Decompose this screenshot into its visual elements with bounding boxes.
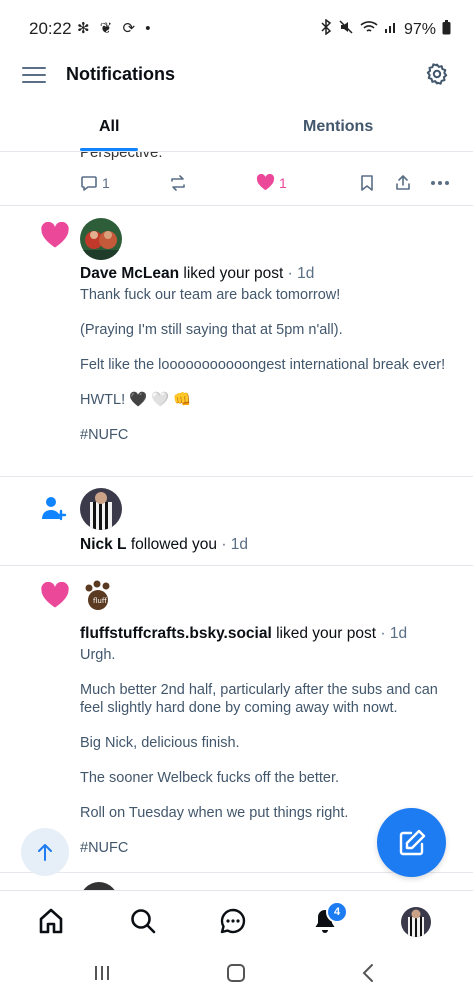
partial-post-text: Perspective. [80, 152, 163, 161]
status-bar: 20:22 ✻ ❦ ⟳ • 97% [0, 0, 473, 58]
notification-header: Nick L followed you · 1d [80, 536, 249, 553]
notification-action: liked your post [276, 625, 377, 642]
bookmark-icon [361, 175, 373, 191]
avatar[interactable] [80, 488, 122, 530]
menu-button[interactable] [22, 64, 46, 86]
avatar[interactable] [80, 218, 122, 260]
compose-pencil-icon [399, 829, 425, 855]
person-add-icon [40, 494, 68, 527]
divider [0, 476, 473, 477]
svg-text:fluff: fluff [93, 597, 107, 605]
repost-icon [171, 175, 185, 191]
signal-icon [384, 20, 398, 39]
share-icon [396, 175, 410, 190]
notification-action: liked your post [183, 265, 284, 282]
notification-header: Dave McLean liked your post · 1d [80, 265, 315, 282]
tab-mentions[interactable]: Mentions [303, 118, 373, 136]
status-notification-icons: ✻ ❦ ⟳ • [77, 20, 154, 37]
bookmark-button[interactable] [359, 174, 375, 192]
home-square-icon [227, 964, 245, 982]
post-line: (Praying I'm still saying that at 5pm n'… [80, 322, 343, 338]
notification-age: 1d [230, 536, 249, 553]
nav-search[interactable] [129, 907, 159, 937]
notification-user[interactable]: fluffstuffcrafts.bsky.social [80, 625, 272, 642]
notification-action: followed you [130, 536, 217, 553]
tab-all[interactable]: All [99, 118, 119, 136]
scroll-to-top-button[interactable] [21, 828, 69, 876]
status-time: 20:22 [29, 19, 72, 38]
notification-age: 1d [389, 625, 408, 642]
notification-post-body[interactable]: Thank fuck our team are back tomorrow! (… [80, 286, 452, 461]
notification-user[interactable]: Dave McLean [80, 265, 179, 282]
bluetooth-icon [320, 18, 332, 40]
more-dots-icon [431, 181, 449, 185]
post-action-row: 1 1 [0, 172, 473, 198]
post-line: #NUFC [80, 427, 129, 443]
bottom-navigation: 4 [0, 890, 473, 950]
chat-bubble-icon [220, 908, 246, 934]
search-icon [131, 909, 156, 934]
notification-badge: 4 [326, 901, 348, 923]
post-line: Big Nick, delicious finish. [80, 735, 240, 751]
compose-button[interactable] [377, 808, 446, 877]
divider [0, 565, 473, 566]
post-line: Felt like the looooooooooongest internat… [80, 357, 446, 373]
recent-apps-button[interactable] [93, 964, 111, 987]
recent-apps-icon [95, 966, 109, 980]
avatar[interactable] [80, 882, 118, 890]
post-line: The sooner Welbeck fucks off the better. [80, 770, 339, 786]
arrow-up-icon [38, 844, 52, 861]
wifi-icon [360, 20, 378, 39]
more-options-button[interactable] [430, 174, 450, 192]
battery-icon [442, 19, 451, 40]
reply-count: 1 [102, 175, 110, 191]
avatar[interactable]: fluff [80, 578, 122, 620]
divider [0, 205, 473, 206]
active-tab-indicator [80, 148, 138, 151]
back-button[interactable] [360, 963, 376, 988]
reply-icon [81, 176, 97, 191]
back-chevron-icon [362, 964, 373, 982]
notification-feed[interactable]: Perspective. 1 1 Dave McLean liked your … [0, 152, 473, 890]
battery-percent: 97% [403, 20, 436, 38]
mute-icon [338, 19, 354, 40]
heart-icon [40, 581, 70, 614]
notification-tabs: All Mentions [0, 104, 473, 152]
heart-filled-icon [256, 174, 275, 191]
heart-icon [40, 221, 70, 254]
home-system-button[interactable] [226, 963, 246, 988]
nav-profile-avatar[interactable] [401, 907, 431, 937]
like-count: 1 [279, 174, 287, 191]
post-line: Urgh. [80, 647, 116, 663]
page-title: Notifications [66, 64, 176, 84]
repost-button[interactable] [168, 174, 188, 192]
like-button[interactable]: 1 [256, 174, 287, 191]
system-navigation-bar [0, 950, 473, 1000]
settings-gear-icon[interactable] [425, 62, 449, 86]
notification-age: 1d [297, 265, 315, 282]
home-icon [39, 908, 63, 934]
app-header: Notifications [0, 58, 473, 104]
nav-home[interactable] [37, 907, 67, 937]
reply-button[interactable]: 1 [80, 174, 110, 192]
post-line: HWTL! 🖤 🤍 👊 [80, 392, 192, 408]
notification-header: fluffstuffcrafts.bsky.social liked your … [80, 625, 408, 642]
nav-chat[interactable] [219, 907, 249, 937]
status-right-icons: 97% [320, 18, 451, 40]
share-button[interactable] [394, 174, 412, 192]
notification-user[interactable]: Nick L [80, 536, 127, 553]
post-line: Much better 2nd half, particularly after… [80, 682, 438, 716]
post-line: Thank fuck our team are back tomorrow! [80, 287, 341, 303]
